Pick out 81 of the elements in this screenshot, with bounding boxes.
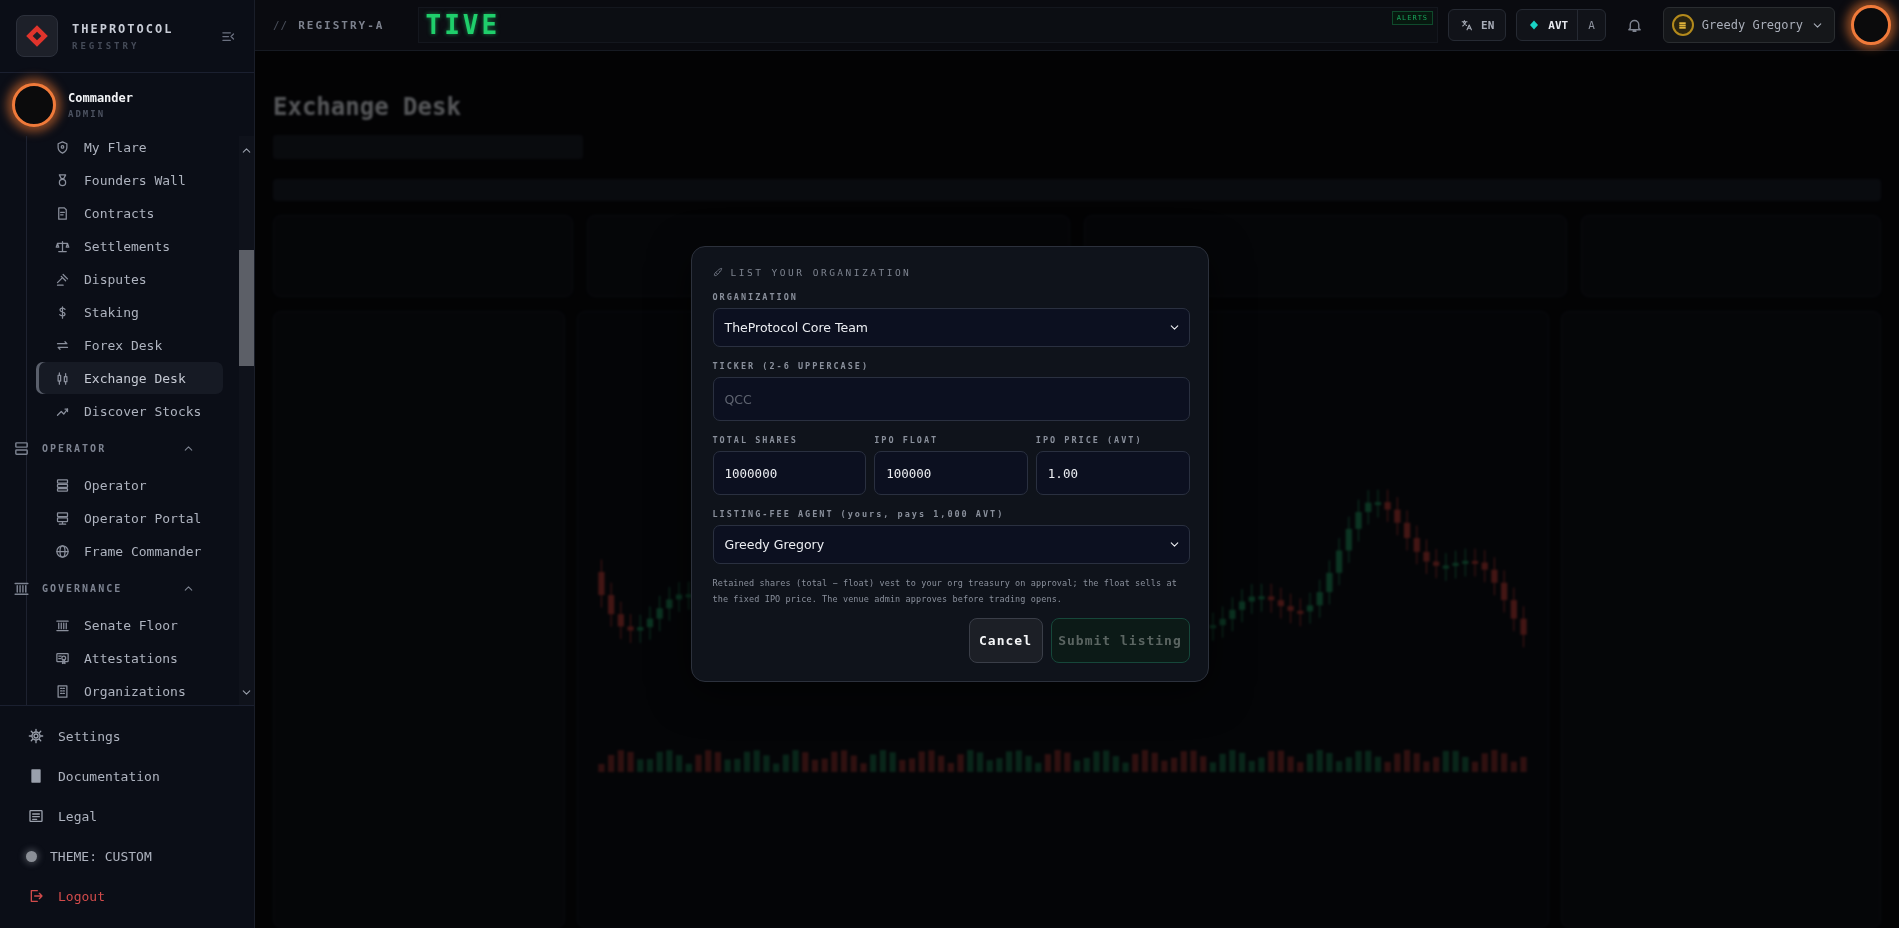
sidebar-section-header[interactable]: OPERATOR — [9, 428, 195, 468]
certificate-icon — [55, 650, 70, 666]
theme-dot — [26, 850, 37, 862]
link-label: Documentation — [58, 768, 160, 784]
document-icon — [55, 205, 70, 221]
link-label: Legal — [58, 808, 98, 824]
page-title: Exchange Desk — [273, 93, 462, 121]
scales-icon — [55, 238, 70, 254]
currency-label: A — [1588, 18, 1595, 32]
sidebar-section-header[interactable]: GOVERNANCE — [9, 568, 195, 608]
field-label: IPO PRICE (AVT) — [1035, 435, 1144, 445]
coins-icon — [1677, 19, 1689, 31]
modal-title: LIST YOUR ORGANIZATION — [730, 267, 912, 278]
sidebar-link[interactable]: Legal — [0, 796, 254, 836]
ticker-field[interactable]: QCC — [712, 377, 1190, 421]
brand-subtitle: REGISTRY — [72, 40, 141, 51]
link-label: THEME: CUSTOM — [50, 848, 152, 864]
sidebar-item[interactable]: Exchange Desk — [36, 362, 223, 394]
logout-icon — [28, 888, 44, 904]
avatar[interactable] — [12, 82, 56, 127]
cancel-button[interactable]: Cancel — [968, 618, 1043, 663]
organization-select[interactable]: TheProtocol Core Team — [712, 308, 1190, 347]
sidebar-item[interactable]: Organizations — [36, 675, 223, 705]
list-icon — [28, 808, 44, 824]
sidebar-item[interactable]: Attestations — [36, 642, 223, 674]
ticker-text: TIVE — [425, 10, 502, 40]
sidebar-item[interactable]: Discover Stocks — [36, 395, 223, 427]
user-role: ADMIN — [68, 108, 107, 119]
sidebar-item[interactable]: Frame Commander — [36, 535, 223, 567]
scrollbar-thumb[interactable] — [239, 250, 254, 366]
translate-icon — [1460, 18, 1474, 32]
diamond-logo-icon — [24, 23, 50, 49]
gavel-icon — [55, 271, 70, 287]
logout-link[interactable]: Logout — [0, 876, 254, 916]
gear-icon — [28, 728, 44, 744]
sidebar-item[interactable]: Contracts — [36, 197, 223, 229]
link-label: Settings — [58, 728, 121, 744]
currency-label: AVT — [1548, 18, 1569, 32]
number-field[interactable]: 100000 — [874, 451, 1028, 495]
sidebar-item[interactable]: Forex Desk — [36, 329, 223, 361]
book-icon — [28, 768, 44, 784]
breadcrumb-prefix: // — [273, 18, 289, 32]
candlestick-icon — [55, 370, 70, 386]
agent-selector[interactable]: Greedy Gregory — [1662, 7, 1835, 43]
globe-icon — [55, 543, 70, 559]
currency-option[interactable]: A — [1578, 10, 1605, 40]
sidebar-item[interactable]: Founders Wall — [36, 164, 223, 196]
help-text: Retained shares (total − float) vest to your org treasury on approval; the float sells at the fixed IPO price. The venue admin approves before trading opens. — [712, 577, 1178, 606]
field-label: ORGANIZATION — [712, 292, 799, 302]
sidebar-item[interactable]: Settlements — [36, 230, 223, 262]
sidebar-item[interactable]: Operator Portal — [36, 502, 223, 534]
field-label: TICKER (2-6 UPPERCASE) — [712, 361, 871, 371]
field-label: LISTING-FEE AGENT (yours, pays 1,000 AVT) — [712, 509, 1006, 519]
sidebar-item[interactable]: Staking — [36, 296, 223, 328]
scrollbar[interactable] — [239, 136, 254, 705]
server-icon — [55, 510, 70, 526]
theme-toggle[interactable]: THEME: CUSTOM — [0, 836, 254, 876]
link-label: Logout — [58, 888, 105, 904]
columns-icon — [55, 617, 70, 633]
agent-name: Greedy Gregory — [1701, 18, 1803, 32]
avatar[interactable] — [1851, 5, 1891, 45]
language-button[interactable]: EN — [1448, 9, 1507, 41]
sidebar-link[interactable]: Documentation — [0, 756, 254, 796]
number-field[interactable]: 1000000 — [712, 451, 867, 495]
server-icon — [13, 439, 30, 457]
sidebar-item[interactable]: My Flare — [36, 136, 223, 163]
server-icon — [55, 477, 70, 493]
field-label: IPO FLOAT — [874, 435, 940, 445]
number-field[interactable]: 1.00 — [1035, 451, 1190, 495]
sidebar-item[interactable]: Senate Floor — [36, 609, 223, 641]
sidebar-item[interactable]: Disputes — [36, 263, 223, 295]
field-label: TOTAL SHARES — [712, 435, 799, 445]
user-name: Commander — [68, 90, 134, 105]
registry-label: REGISTRY-A — [298, 18, 385, 32]
diamond-icon — [1528, 19, 1541, 31]
brand-name: THEPROTOCOL — [72, 21, 175, 36]
sidebar-link[interactable]: Settings — [0, 716, 254, 756]
agent-select[interactable]: Greedy Gregory — [712, 525, 1190, 564]
currency-option[interactable]: AVT — [1517, 10, 1579, 40]
shield-icon — [55, 139, 70, 155]
sidebar-item[interactable]: Operator — [36, 469, 223, 501]
